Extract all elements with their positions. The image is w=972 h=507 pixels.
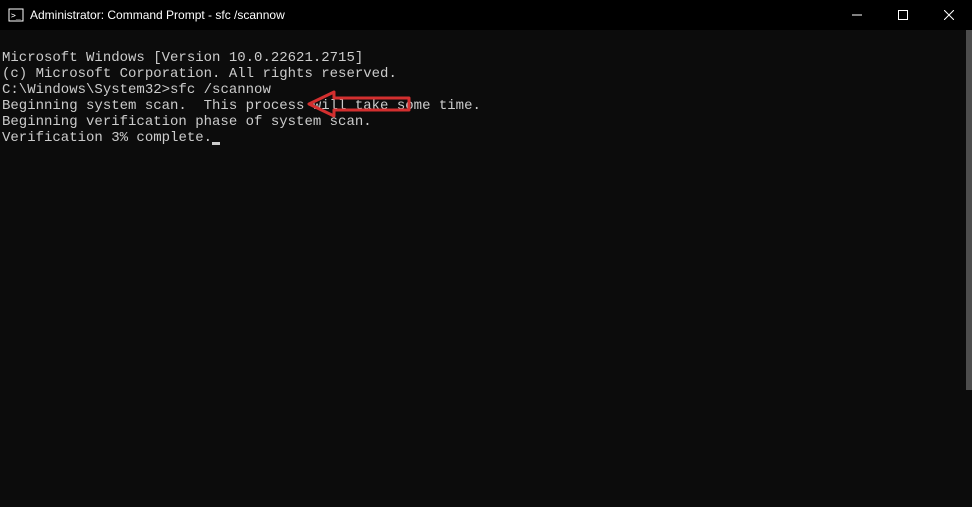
output-line: Microsoft Windows [Version 10.0.22621.27… — [2, 50, 970, 66]
progress-percent: 3% — [111, 130, 128, 146]
prompt-line: C:\Windows\System32>sfc /scannow — [2, 82, 271, 98]
vertical-scrollbar[interactable] — [966, 30, 972, 390]
cmd-icon: >_ — [8, 7, 24, 23]
prompt-path: C:\Windows\System32> — [2, 82, 170, 98]
terminal-output[interactable]: Microsoft Windows [Version 10.0.22621.27… — [0, 30, 972, 507]
window-title: Administrator: Command Prompt - sfc /sca… — [30, 8, 834, 22]
close-button[interactable] — [926, 0, 972, 30]
window-titlebar: >_ Administrator: Command Prompt - sfc /… — [0, 0, 972, 30]
typed-command: sfc /scannow — [170, 82, 271, 98]
output-line: Beginning system scan. This process will… — [2, 98, 970, 114]
terminal-cursor — [212, 142, 220, 145]
svg-text:>_: >_ — [11, 11, 21, 20]
maximize-button[interactable] — [880, 0, 926, 30]
output-line: Beginning verification phase of system s… — [2, 114, 970, 130]
output-line: (c) Microsoft Corporation. All rights re… — [2, 66, 970, 82]
minimize-button[interactable] — [834, 0, 880, 30]
window-controls — [834, 0, 972, 30]
output-line: Verification 3% complete. — [2, 130, 970, 146]
